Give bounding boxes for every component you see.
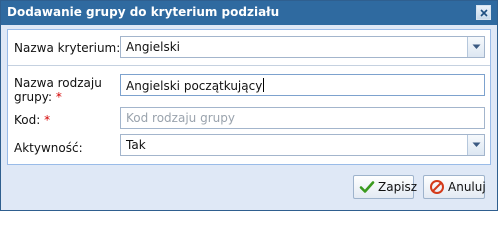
cancel-icon bbox=[430, 180, 444, 194]
section-divider bbox=[8, 65, 490, 66]
criterion-select-value: Angielski bbox=[126, 40, 181, 54]
close-icon bbox=[480, 9, 488, 17]
save-button-label: Zapisz bbox=[378, 180, 418, 194]
text-cursor bbox=[263, 78, 265, 92]
active-select-value: Tak bbox=[126, 138, 146, 152]
group-type-name-label: Nazwa rodzaju grupy: * bbox=[14, 76, 102, 104]
required-marker: * bbox=[44, 113, 51, 127]
code-input[interactable]: Kod rodzaju grupy bbox=[120, 107, 485, 129]
chevron-down-icon bbox=[472, 142, 481, 147]
criterion-label: Nazwa kryterium: * bbox=[14, 41, 130, 55]
required-marker: * bbox=[55, 90, 62, 104]
close-button[interactable] bbox=[476, 5, 491, 20]
group-type-name-value: Angielski początkujący bbox=[126, 78, 265, 93]
form-panel: Nazwa kryterium: * Angielski Nazwa rodza… bbox=[7, 29, 491, 165]
dialog-window: Dodawanie grupy do kryterium podziału Na… bbox=[0, 0, 498, 211]
active-dropdown-button[interactable] bbox=[467, 135, 484, 155]
chevron-down-icon bbox=[472, 44, 481, 49]
code-label: Kod: * bbox=[14, 113, 51, 127]
code-input-placeholder: Kod rodzaju grupy bbox=[126, 111, 235, 125]
criterion-dropdown-button[interactable] bbox=[467, 37, 484, 57]
dialog-title-bar[interactable]: Dodawanie grupy do kryterium podziału bbox=[1, 1, 497, 25]
cancel-button-label: Anuluj bbox=[448, 180, 486, 194]
checkmark-icon bbox=[359, 181, 375, 193]
active-label: Aktywność: bbox=[14, 141, 83, 155]
cancel-button[interactable]: Anuluj bbox=[423, 175, 486, 199]
save-button[interactable]: Zapisz bbox=[353, 175, 418, 199]
dialog-title: Dodawanie grupy do kryterium podziału bbox=[7, 5, 280, 19]
active-select[interactable]: Tak bbox=[120, 134, 485, 156]
criterion-select[interactable]: Angielski bbox=[120, 36, 485, 58]
group-type-name-input[interactable]: Angielski początkujący bbox=[120, 74, 485, 96]
